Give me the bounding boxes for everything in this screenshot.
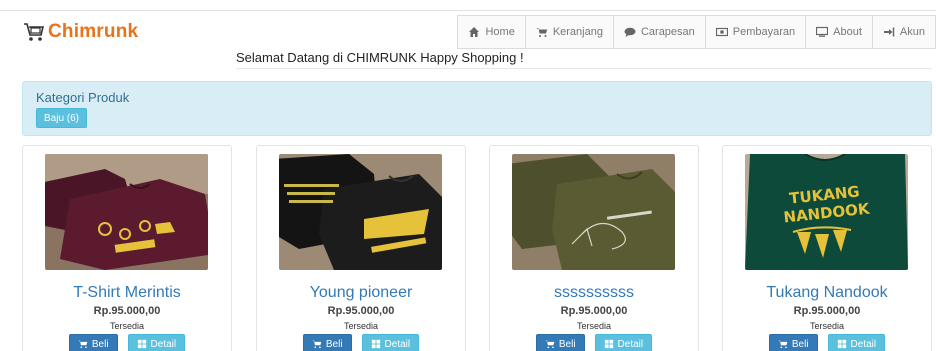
cart-icon (312, 340, 322, 349)
nav-home[interactable]: Home (457, 15, 525, 49)
olive-tshirt-photo (512, 154, 675, 270)
navbar: Chimrunk Home Keranjang Carapesan Pembay… (0, 15, 936, 49)
product-image[interactable] (45, 154, 208, 270)
product-image[interactable]: TUKANG NANDOOK (745, 154, 908, 270)
nav-carapesan[interactable]: Carapesan (612, 15, 705, 49)
nav-pembayaran[interactable]: Pembayaran (704, 15, 806, 49)
product-status: Tersedia (809, 321, 845, 331)
product-price: Rp.95.000,00 (327, 305, 395, 317)
product-card: ssssssssss Rp.95.000,00 Tersedia Beli De… (489, 145, 699, 351)
product-price: Rp.95.000,00 (93, 305, 161, 317)
monitor-icon (816, 26, 829, 37)
nav-akun-label: Akun (899, 26, 925, 38)
beli-label: Beli (325, 338, 343, 350)
nav-about-label: About (833, 26, 862, 38)
beli-label: Beli (558, 338, 576, 350)
product-card: TUKANG NANDOOK Tukang Nandook Rp.95.000,… (722, 145, 932, 351)
cart-icon (78, 340, 88, 349)
kategori-panel: Kategori Produk Baju (6) (22, 81, 932, 136)
product-card: T-Shirt Merintis Rp.95.000,00 Tersedia B… (22, 145, 232, 351)
beli-button[interactable]: Beli (535, 334, 585, 351)
detail-button[interactable]: Detail (127, 334, 186, 351)
black-tshirt-photo (279, 154, 442, 270)
detail-button[interactable]: Detail (594, 334, 653, 351)
product-name[interactable]: Tukang Nandook (723, 284, 931, 302)
kategori-baju-button[interactable]: Baju (6) (36, 108, 88, 128)
product-status: Tersedia (109, 321, 145, 331)
product-card: Young pioneer Rp.95.000,00 Tersedia Beli… (256, 145, 466, 351)
login-icon (883, 27, 895, 37)
green-tshirt-photo: TUKANG NANDOOK (745, 154, 908, 270)
detail-label: Detail (617, 338, 644, 350)
grid-icon (137, 339, 146, 349)
product-name[interactable]: Young pioneer (257, 284, 465, 302)
product-image[interactable] (512, 154, 675, 270)
product-name[interactable]: ssssssssss (490, 284, 698, 302)
nav-keranjang[interactable]: Keranjang (524, 15, 613, 49)
beli-button[interactable]: Beli (768, 334, 818, 351)
nav-akun[interactable]: Akun (871, 15, 936, 49)
cart-icon (778, 340, 788, 349)
cart-icon (536, 28, 548, 37)
brand-link[interactable]: Chimrunk (22, 17, 138, 47)
main-nav: Home Keranjang Carapesan Pembayaran Abou… (457, 15, 936, 49)
top-divider (0, 10, 936, 11)
nav-home-label: Home (485, 26, 515, 38)
money-icon (715, 27, 728, 37)
product-price: Rp.95.000,00 (793, 305, 861, 317)
product-name[interactable]: T-Shirt Merintis (23, 284, 231, 302)
detail-label: Detail (850, 338, 877, 350)
cart-logo-icon (22, 21, 46, 43)
brand-name: Chimrunk (48, 21, 139, 42)
product-status: Tersedia (343, 321, 379, 331)
product-status: Tersedia (576, 321, 612, 331)
maroon-tshirt-photo (45, 154, 208, 270)
grid-icon (371, 339, 380, 349)
cart-icon (545, 340, 555, 349)
product-price: Rp.95.000,00 (560, 305, 628, 317)
nav-carapesan-label: Carapesan (640, 26, 695, 38)
beli-button[interactable]: Beli (68, 334, 118, 351)
beli-label: Beli (91, 338, 109, 350)
nav-about[interactable]: About (805, 15, 872, 49)
detail-button[interactable]: Detail (827, 334, 886, 351)
detail-label: Detail (150, 338, 177, 350)
detail-label: Detail (384, 338, 411, 350)
welcome-text: Selamat Datang di CHIMRUNK Happy Shoppin… (236, 50, 524, 65)
beli-label: Beli (791, 338, 809, 350)
nav-keranjang-label: Keranjang (552, 26, 603, 38)
product-image[interactable] (279, 154, 442, 270)
grid-icon (604, 339, 613, 349)
nav-pembayaran-label: Pembayaran (732, 26, 796, 38)
grid-icon (837, 339, 846, 349)
detail-button[interactable]: Detail (361, 334, 420, 351)
kategori-title: Kategori Produk (36, 90, 130, 105)
home-icon (469, 27, 480, 37)
beli-button[interactable]: Beli (302, 334, 352, 351)
comment-icon (624, 27, 636, 37)
welcome-divider (236, 68, 932, 69)
